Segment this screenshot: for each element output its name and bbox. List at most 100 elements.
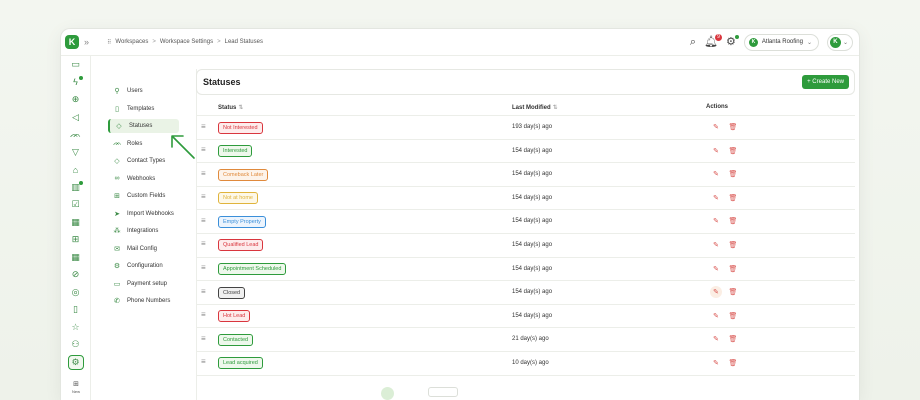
nav-item-configuration[interactable]: ⚙ Configuration: [108, 259, 179, 273]
breadcrumb-lead-statuses: Lead Statuses: [224, 39, 263, 45]
edit-icon[interactable]: ✎: [710, 357, 722, 369]
column-last-modified[interactable]: Last Modified ⇅: [512, 104, 558, 111]
top-bar: K » ⠿ Workspaces > Workspace Settings > …: [61, 29, 859, 56]
search-icon[interactable]: ⌕: [690, 36, 696, 48]
star-icon[interactable]: ☆: [68, 319, 84, 337]
edit-icon[interactable]: ✎: [710, 215, 722, 227]
checklist-icon[interactable]: ☑: [68, 196, 84, 214]
nav-item-label: Contact Types: [127, 158, 166, 164]
trash-icon[interactable]: 🗑︎: [727, 239, 739, 251]
calendar-icon[interactable]: ▦: [68, 214, 84, 232]
page-size-select[interactable]: [428, 387, 458, 397]
last-modified: 154 day(s) ago: [512, 147, 553, 154]
nav-item-phone-numbers[interactable]: ✆ Phone Numbers: [108, 294, 179, 308]
grid-icon[interactable]: ⊞: [68, 231, 84, 249]
drag-handle-icon[interactable]: ≡: [201, 192, 206, 201]
nav-item-webhooks[interactable]: ∞ Webhooks: [108, 172, 179, 186]
drag-handle-icon[interactable]: ≡: [201, 310, 206, 319]
edit-icon[interactable]: ✎: [710, 192, 722, 204]
edit-icon[interactable]: ✎: [710, 286, 722, 299]
trash-icon[interactable]: 🗑︎: [727, 215, 739, 227]
drag-handle-icon[interactable]: ≡: [201, 263, 206, 272]
edit-icon[interactable]: ✎: [710, 121, 722, 133]
nav-item-templates[interactable]: ▯ Templates: [108, 102, 179, 116]
nav-item-label: Configuration: [127, 263, 163, 269]
edit-icon[interactable]: ✎: [710, 310, 722, 322]
app-logo[interactable]: K: [65, 35, 79, 49]
edit-icon[interactable]: ✎: [710, 263, 722, 275]
annotation-arrow-icon: [171, 135, 195, 159]
trash-icon[interactable]: 🗑︎: [727, 121, 739, 133]
table-row: ≡ Empty Property 154 day(s) ago ✎ 🗑︎: [196, 210, 855, 234]
gear-icon[interactable]: ⚙: [726, 34, 739, 48]
trash-icon[interactable]: 🗑︎: [727, 263, 739, 275]
nav-item-payment-setup[interactable]: ▭ Payment setup: [108, 277, 179, 291]
document-icon[interactable]: ▯: [68, 301, 84, 319]
nav-item-custom-fields[interactable]: ⊞ Custom Fields: [108, 189, 179, 203]
trash-icon[interactable]: 🗑︎: [727, 145, 739, 157]
target-icon[interactable]: ◎: [68, 284, 84, 302]
edit-icon[interactable]: ✎: [710, 239, 722, 251]
edit-icon[interactable]: ✎: [710, 145, 722, 157]
users-icon: ᨏ: [113, 139, 122, 147]
user-menu[interactable]: K ⌄: [826, 33, 853, 51]
nav-item-label: Import Webhooks: [127, 210, 174, 217]
drag-handle-icon[interactable]: ≡: [201, 239, 206, 248]
trash-icon[interactable]: 🗑︎: [727, 286, 739, 298]
drag-handle-icon[interactable]: ≡: [201, 334, 206, 343]
table-row: ≡ Comeback Later 154 day(s) ago ✎ 🗑︎: [196, 163, 855, 187]
edit-icon[interactable]: ✎: [710, 333, 722, 345]
building-icon[interactable]: ⌂: [68, 161, 84, 179]
grid-icon: ⊞: [73, 381, 79, 388]
drag-handle-icon[interactable]: ≡: [201, 122, 206, 131]
last-modified: 21 day(s) ago: [512, 336, 549, 343]
new-button[interactable]: ⊞ New: [61, 374, 91, 400]
bell-icon[interactable]: 🔔︎ 9: [704, 33, 723, 48]
calendar-icon[interactable]: ▦: [68, 249, 84, 267]
nav-item-import-webhooks[interactable]: ➤ Import Webhooks: [108, 207, 179, 221]
statuses-panel: Statuses + Create New Status ⇅ Last Modif…: [196, 69, 859, 400]
trash-icon[interactable]: 🗑︎: [727, 192, 739, 204]
expand-sidebar-icon[interactable]: »: [84, 37, 89, 47]
nav-item-mail-config[interactable]: ✉ Mail Config: [108, 242, 179, 256]
table-row: ≡ Appointment Scheduled 154 day(s) ago ✎ 🗑︎: [196, 258, 855, 282]
chart-icon[interactable]: ▥: [68, 179, 84, 197]
nav-item-label: Integrations: [127, 228, 159, 234]
megaphone-icon[interactable]: ◁: [68, 109, 84, 127]
user-plus-icon[interactable]: ⚇: [68, 336, 84, 354]
mail-icon: ✉: [114, 245, 120, 253]
filter-icon[interactable]: ▽: [68, 144, 84, 162]
page-indicator[interactable]: [381, 387, 394, 400]
notification-badge: 9: [715, 33, 723, 41]
drag-handle-icon[interactable]: ≡: [201, 357, 206, 366]
trash-icon[interactable]: 🗑︎: [727, 333, 739, 345]
gear-icon: ⚙: [113, 263, 121, 270]
trash-icon[interactable]: 🗑︎: [727, 310, 739, 322]
drag-handle-icon[interactable]: ≡: [201, 287, 206, 296]
table-row: ≡ Contacted 21 day(s) ago ✎ 🗑︎: [196, 328, 855, 352]
settings-icon[interactable]: ⚙: [67, 354, 84, 370]
column-status[interactable]: Status ⇅: [218, 104, 243, 111]
nav-item-users[interactable]: ⚲ Users: [108, 84, 179, 98]
compass-icon[interactable]: ⊘: [68, 266, 84, 284]
folder-icon[interactable]: ▭: [68, 56, 84, 74]
edit-icon[interactable]: ✎: [710, 168, 722, 180]
workspace-selector[interactable]: K Atlanta Roofing ⌄: [743, 33, 819, 51]
trash-icon[interactable]: 🗑︎: [727, 357, 739, 369]
status-badge: Empty Property: [218, 215, 266, 228]
globe-icon[interactable]: ⊕: [68, 91, 84, 109]
drag-handle-icon[interactable]: ≡: [201, 145, 206, 154]
status-badge: Appointment Scheduled: [218, 263, 287, 276]
card-icon: ▭: [113, 280, 121, 288]
breadcrumb-workspace-settings[interactable]: Workspace Settings: [160, 39, 213, 45]
bolt-icon[interactable]: ϟ: [68, 74, 84, 92]
drag-handle-icon[interactable]: ≡: [201, 169, 206, 178]
create-new-button[interactable]: + Create New: [802, 75, 849, 89]
drag-handle-icon[interactable]: ≡: [201, 216, 206, 225]
workspace-name: Atlanta Roofing: [761, 39, 803, 45]
trash-icon[interactable]: 🗑︎: [727, 168, 739, 180]
breadcrumb-workspaces[interactable]: Workspaces: [115, 39, 148, 45]
column-actions: Actions: [706, 104, 729, 110]
users-icon[interactable]: ᨏ: [68, 126, 84, 144]
nav-item-integrations[interactable]: ⁂ Integrations: [108, 224, 179, 238]
